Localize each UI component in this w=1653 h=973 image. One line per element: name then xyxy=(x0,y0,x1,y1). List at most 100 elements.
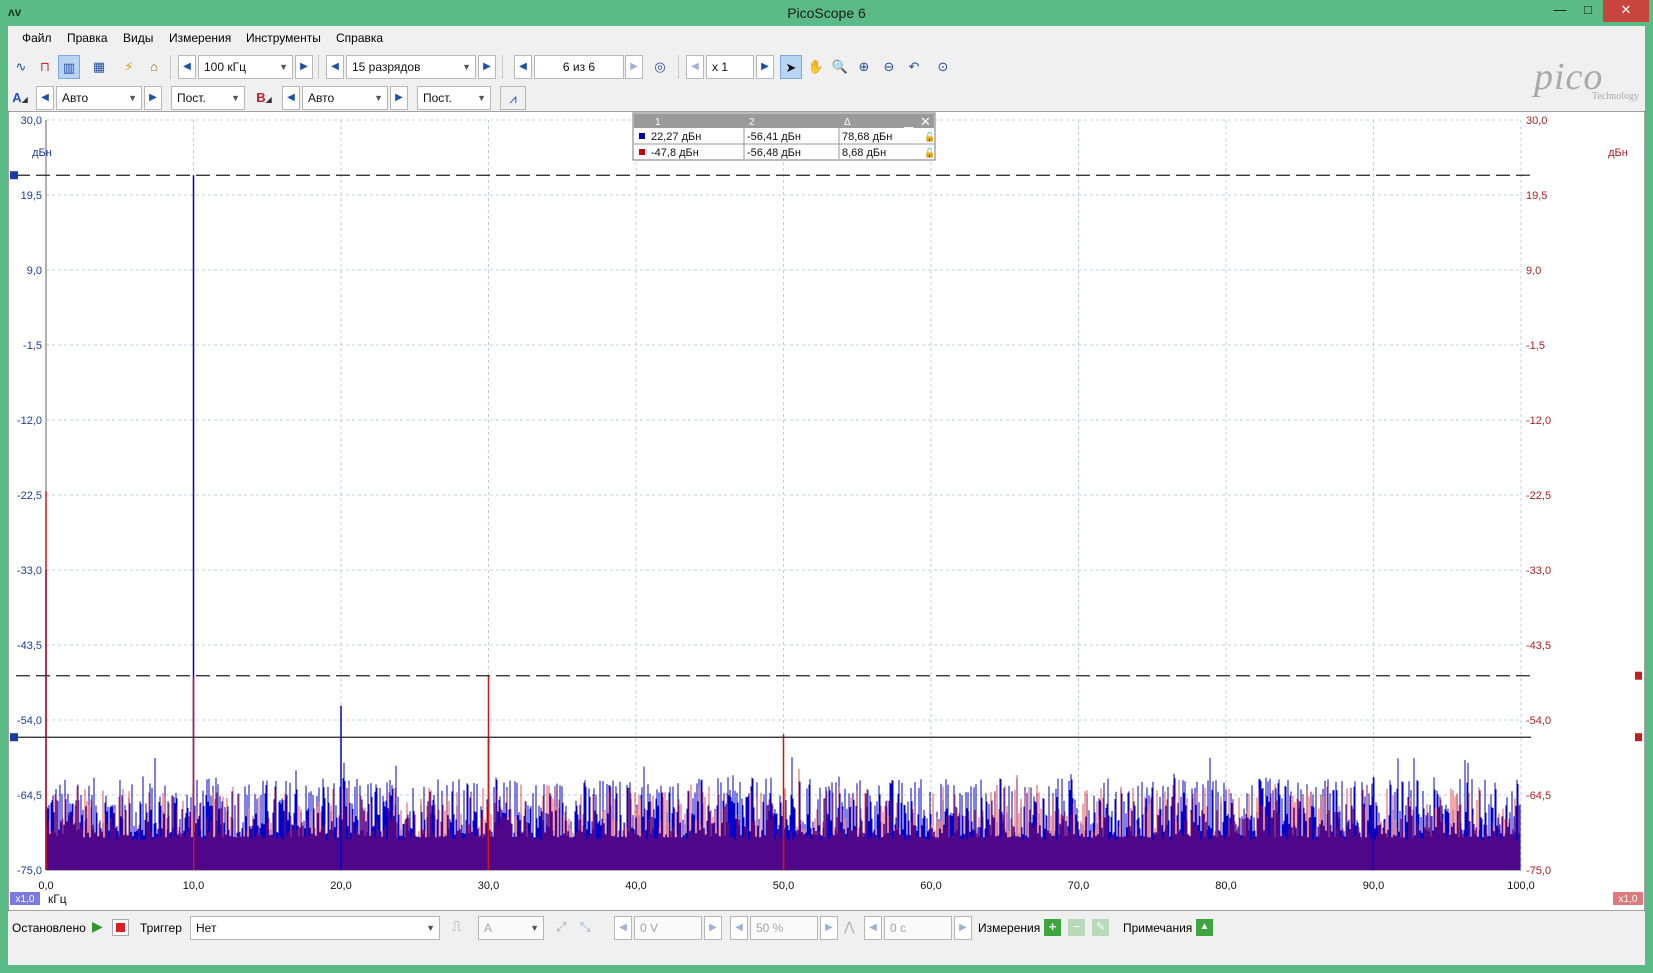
minimize-button[interactable]: — xyxy=(1546,0,1574,22)
menu-measurements[interactable]: Измерения xyxy=(169,31,231,45)
edit-measurement-icon[interactable]: ✎ xyxy=(1092,919,1109,936)
channel-a-range-prev[interactable]: ◀ xyxy=(36,86,54,110)
trigger-mode-value: Нет xyxy=(196,921,217,935)
remove-measurement-icon[interactable]: − xyxy=(1068,919,1085,936)
spectrum-view[interactable]: 30,0 30,0 19,5 19,5 9,0 9,0 -1,5 -1,5 -12,0 -12,0… xyxy=(7,110,1646,912)
y-tick-label-right: 19,5 xyxy=(1526,190,1547,202)
y-tick-label-right: -12,0 xyxy=(1526,415,1551,427)
ruler-row-2-v1: -47,8 дБн xyxy=(651,147,699,159)
maximize-button[interactable]: □ xyxy=(1574,0,1602,22)
channel-a-coupling-value: Пост. xyxy=(177,91,206,105)
channel-b-range-prev[interactable]: ◀ xyxy=(282,86,300,110)
ruler-handle-right[interactable] xyxy=(1635,733,1642,742)
capture-next-button[interactable]: ▶ xyxy=(625,55,643,79)
delay-prev-button[interactable]: ◀ xyxy=(864,916,882,940)
channel-b-range-value: Авто xyxy=(308,91,335,105)
ruler-handle-left[interactable] xyxy=(10,733,18,742)
zoom-prev-button[interactable]: ◀ xyxy=(686,55,704,79)
undo-zoom-icon[interactable]: ↶ xyxy=(903,55,925,79)
right-scale-label: x1,0 xyxy=(1619,894,1638,905)
threshold-prev-button[interactable]: ◀ xyxy=(614,916,632,940)
ruler-handle-right[interactable] xyxy=(1635,671,1642,680)
hand-tool-icon[interactable]: ✋ xyxy=(805,55,827,79)
channel-b-range-next[interactable]: ▶ xyxy=(390,86,408,110)
x-tick-label: 60,0 xyxy=(920,880,941,892)
timebase-prev-button[interactable]: ◀ xyxy=(178,55,196,79)
threshold-next-button[interactable]: ▶ xyxy=(704,916,722,940)
spectrum-options-icon[interactable]: ▦ xyxy=(88,55,110,79)
channel-a-coupling-select[interactable]: Пост. ▼ xyxy=(171,86,245,110)
show-notes-icon[interactable]: ▲ xyxy=(1196,919,1213,936)
spectrum-plot[interactable]: 30,0 30,0 19,5 19,5 9,0 9,0 -1,5 -1,5 -12,0 -12,0… xyxy=(7,110,1646,912)
persistence-mode-icon[interactable]: ⊓ xyxy=(34,55,56,79)
rising-edge-icon[interactable]: ⤢ xyxy=(556,919,566,935)
close-table-icon[interactable]: ✕ xyxy=(920,114,931,129)
channel-a-range-select[interactable]: Авто ▼ xyxy=(56,86,142,110)
window-title: PicoScope 6 xyxy=(787,5,866,21)
trigger-channel-select[interactable]: A ▼ xyxy=(478,916,544,940)
stop-button[interactable] xyxy=(112,919,129,936)
threshold-box[interactable]: 0 V xyxy=(634,916,702,940)
y-tick-label-right: -1,5 xyxy=(1526,340,1545,352)
menu-file[interactable]: Файл xyxy=(22,31,52,45)
pretrigger-next-button[interactable]: ▶ xyxy=(820,916,838,940)
y-tick-label-left: -64,5 xyxy=(17,790,42,802)
delay-next-button[interactable]: ▶ xyxy=(954,916,972,940)
timebase-next-button[interactable]: ▶ xyxy=(295,55,313,79)
ruler-table[interactable]: 1 2 Δ ▁ ✕ 22,27 дБн -56,41 дБн 78,68 дБн… xyxy=(632,112,936,161)
menu-views[interactable]: Виды xyxy=(123,31,153,45)
timebase-select[interactable]: 100 кГц ▼ xyxy=(198,55,293,79)
left-scale-label: x1,0 xyxy=(16,894,35,905)
scope-mode-icon[interactable]: ∿ xyxy=(10,55,32,79)
zoom-out-icon[interactable]: ⊖ xyxy=(878,55,900,79)
y-unit-left: дБн xyxy=(32,147,52,159)
run-icon[interactable]: ▶ xyxy=(92,918,103,935)
lock-icon[interactable]: 🔓 xyxy=(924,131,935,142)
capture-prev-button[interactable]: ◀ xyxy=(514,55,532,79)
channel-a-range-next[interactable]: ▶ xyxy=(144,86,162,110)
chevron-down-icon: ▼ xyxy=(128,93,137,103)
toolbar-separator xyxy=(678,55,679,79)
menu-edit[interactable]: Правка xyxy=(67,31,108,45)
x-tick-label: 0,0 xyxy=(38,880,53,892)
resolution-prev-button[interactable]: ◀ xyxy=(326,55,344,79)
y-tick-label-left: 19,5 xyxy=(21,190,42,202)
spectrum-mode-icon[interactable]: ▥ xyxy=(58,55,80,79)
channel-b-range-select[interactable]: Авто ▼ xyxy=(302,86,388,110)
threshold-value: 0 V xyxy=(640,921,659,935)
delay-toggle-icon[interactable]: ⋀ xyxy=(844,919,855,935)
add-measurement-icon[interactable]: + xyxy=(1044,919,1061,936)
zoom-next-button[interactable]: ▶ xyxy=(756,55,774,79)
menu-tools[interactable]: Инструменты xyxy=(246,31,321,45)
chevron-down-icon: ▼ xyxy=(231,93,240,103)
quick-tools-icon[interactable]: ⚡ xyxy=(118,55,140,79)
resolution-next-button[interactable]: ▶ xyxy=(478,55,496,79)
pretrigger-prev-button[interactable]: ◀ xyxy=(730,916,748,940)
channel-b-coupling-select[interactable]: Пост. ▼ xyxy=(417,86,491,110)
zoom-area-icon[interactable]: 🔍 xyxy=(829,55,851,79)
channel-b-button[interactable]: B◢ xyxy=(252,86,276,110)
lock-icon[interactable]: 🔓 xyxy=(924,147,935,158)
zoom-overview-icon[interactable]: ⊙ xyxy=(932,55,954,79)
ruler-handle-left[interactable] xyxy=(10,171,18,180)
capture-value: 6 из 6 xyxy=(562,60,596,74)
navigate-captures-icon[interactable]: ◎ xyxy=(649,55,671,79)
pointer-tool-icon[interactable]: ➤ xyxy=(780,55,802,79)
ruler-row-1-v1: 22,27 дБн xyxy=(651,131,701,143)
menu-help[interactable]: Справка xyxy=(336,31,383,45)
zoom-value-box[interactable]: x 1 xyxy=(706,55,754,79)
advanced-trigger-icon[interactable]: ⎍ xyxy=(452,918,462,935)
minimize-table-icon[interactable]: ▁ xyxy=(903,115,914,129)
x-tick-label: 50,0 xyxy=(773,880,794,892)
trigger-mode-select[interactable]: Нет ▼ xyxy=(190,916,440,940)
falling-edge-icon[interactable]: ⤡ xyxy=(580,919,590,935)
resolution-select[interactable]: 15 разрядов ▼ xyxy=(346,55,476,79)
zoom-in-icon[interactable]: ⊕ xyxy=(853,55,875,79)
signal-generator-icon[interactable]: ⩘ xyxy=(500,86,526,110)
delay-box[interactable]: 0 с xyxy=(884,916,952,940)
close-button[interactable]: ✕ xyxy=(1603,0,1649,22)
channel-a-button[interactable]: A◢ xyxy=(8,86,32,110)
pretrigger-box[interactable]: 50 % xyxy=(750,916,818,940)
home-icon[interactable]: ⌂ xyxy=(143,55,165,79)
pico-logo: pico Technology xyxy=(1528,53,1645,107)
